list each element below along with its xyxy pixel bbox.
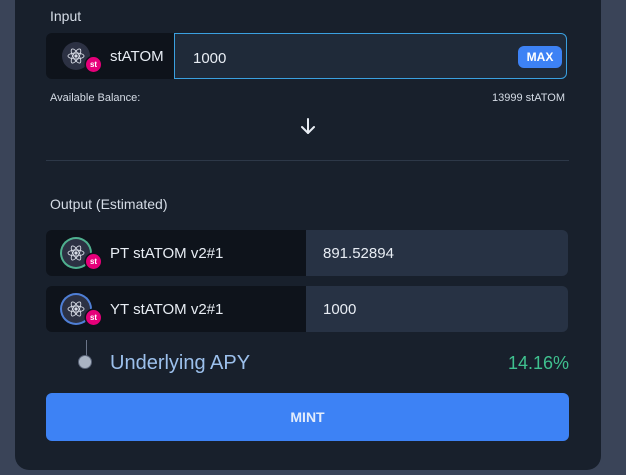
st-badge: st <box>86 57 101 72</box>
available-balance-label: Available Balance: <box>50 92 141 104</box>
pt-token-name: PT stATOM v2#1 <box>110 244 224 262</box>
yt-output-value: 1000 <box>323 301 357 318</box>
yt-token-name: YT stATOM v2#1 <box>110 300 224 318</box>
input-token-selector[interactable]: st stATOM <box>46 33 174 79</box>
output-section-label: Output (Estimated) <box>50 196 168 212</box>
pt-output-value: 891.52894 <box>323 245 394 262</box>
underlying-apy-label: Underlying APY <box>110 352 251 374</box>
amount-input[interactable] <box>191 46 495 70</box>
st-badge: st <box>86 254 101 269</box>
amount-field: MAX <box>174 33 567 79</box>
apy-dot <box>78 355 92 369</box>
max-button[interactable]: MAX <box>518 46 562 68</box>
arrow-down-icon[interactable] <box>298 115 318 137</box>
underlying-apy-value: 14.16% <box>507 353 569 373</box>
mint-button[interactable]: MINT <box>46 393 569 441</box>
pt-value-box: 891.52894 <box>306 230 568 276</box>
input-token-name: stATOM <box>110 47 164 65</box>
available-balance-value: 13999 stATOM <box>492 92 565 104</box>
apy-connector-line <box>86 340 87 356</box>
yt-token-row: st YT stATOM v2#1 <box>46 286 306 332</box>
input-section-label: Input <box>50 8 82 24</box>
st-badge: st <box>86 310 101 325</box>
yt-value-box: 1000 <box>306 286 568 332</box>
divider <box>46 160 569 161</box>
pt-token-row: st PT stATOM v2#1 <box>46 230 306 276</box>
